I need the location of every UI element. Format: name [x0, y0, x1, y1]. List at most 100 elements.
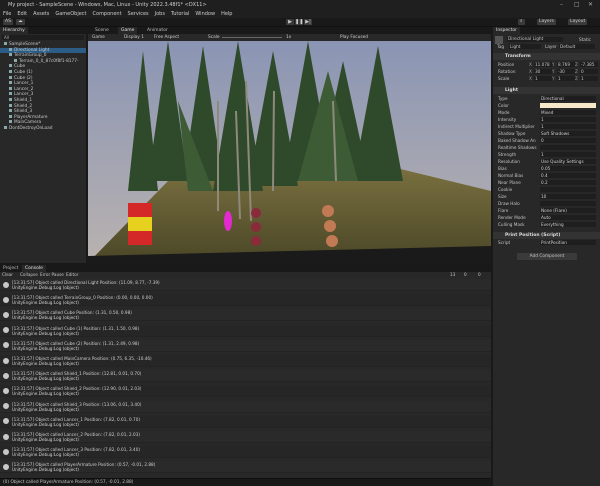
- log-entry[interactable]: [13:31:57] Object called Shield_1 Positi…: [0, 370, 491, 383]
- menu-edit[interactable]: Edit: [17, 11, 27, 17]
- property-value[interactable]: Use Quality Settings: [540, 159, 596, 164]
- property-value[interactable]: Everything: [540, 222, 596, 227]
- hierarchy-item[interactable]: Terrain_0_0_87c0f8f1-8177-: [0, 58, 86, 64]
- log-entry[interactable]: [13:31:57] Object called Lancer_2 Positi…: [0, 431, 491, 444]
- menu-window[interactable]: Window: [195, 11, 215, 17]
- static-toggle[interactable]: Static: [579, 37, 591, 42]
- tab-hierarchy[interactable]: Hierarchy: [0, 27, 28, 34]
- display-number-dropdown[interactable]: Display 1: [124, 34, 144, 41]
- property-value[interactable]: 0.2: [540, 180, 596, 185]
- menu-jobs[interactable]: Jobs: [155, 11, 165, 17]
- log-entry[interactable]: [13:31:57] Object called PlayerArmature …: [0, 461, 491, 474]
- tab-animator[interactable]: Animator: [144, 27, 171, 34]
- property-value[interactable]: 1: [540, 117, 596, 122]
- tab-inspector[interactable]: Inspector: [493, 27, 520, 34]
- status-text[interactable]: (0) Object called PlayerArmature Positio…: [3, 480, 133, 485]
- property-value[interactable]: [540, 201, 596, 206]
- transform-value[interactable]: 30: [534, 69, 552, 74]
- tag-dropdown[interactable]: Light: [509, 44, 541, 49]
- cloud-button[interactable]: ☁: [16, 19, 25, 25]
- script-value[interactable]: PrintPosition: [540, 240, 596, 245]
- layout-dropdown[interactable]: Layout: [568, 19, 588, 25]
- hierarchy-item[interactable]: MainCamera: [0, 120, 86, 125]
- tab-project[interactable]: Project: [0, 265, 21, 272]
- log-entry[interactable]: [13:31:57] Object called Cube Position: …: [0, 309, 491, 322]
- hierarchy-item[interactable]: Cube (1): [0, 70, 86, 75]
- error-count[interactable]: 0: [478, 272, 481, 278]
- property-value[interactable]: Mixed: [540, 110, 596, 115]
- display-mode-dropdown[interactable]: Game: [92, 34, 105, 41]
- play-focused-dropdown[interactable]: Play Focused: [340, 34, 368, 41]
- clear-button[interactable]: Clear: [2, 272, 13, 278]
- hierarchy-item[interactable]: Shield_3: [0, 109, 86, 114]
- transform-value[interactable]: 0: [580, 69, 598, 74]
- hierarchy-item[interactable]: SampleScene*: [0, 42, 86, 47]
- maximize-icon[interactable]: □: [574, 1, 580, 8]
- hierarchy-item[interactable]: Directional Light: [0, 47, 86, 53]
- minimize-icon[interactable]: –: [560, 1, 563, 8]
- transform-value[interactable]: 8.769: [557, 62, 575, 67]
- property-value[interactable]: 0: [540, 138, 596, 143]
- layers-dropdown[interactable]: Layers: [537, 19, 556, 25]
- transform-value[interactable]: -7.385: [580, 62, 598, 67]
- log-entry[interactable]: [13:31:57] Object called Lancer_1 Positi…: [0, 415, 491, 428]
- light-header[interactable]: Light: [493, 87, 600, 94]
- object-name-field[interactable]: Directional Light: [507, 37, 563, 42]
- hierarchy-item[interactable]: TerrainGroup_0: [0, 53, 86, 58]
- property-value[interactable]: 0.05: [540, 166, 596, 171]
- hierarchy-search[interactable]: All: [2, 35, 84, 40]
- collapse-button[interactable]: Collapse: [20, 272, 38, 278]
- hierarchy-item[interactable]: Lancer_2: [0, 86, 86, 92]
- log-entry[interactable]: [13:31:57] Object called Cube (1) Positi…: [0, 324, 491, 337]
- property-value[interactable]: 1: [540, 124, 596, 129]
- editor-dropdown[interactable]: Editor: [66, 272, 78, 278]
- hierarchy-item[interactable]: PlayerArmature: [0, 114, 86, 120]
- script-header[interactable]: Print Position (Script): [493, 232, 600, 239]
- log-entry[interactable]: [13:31:57] Object called Directional Lig…: [0, 279, 491, 292]
- warning-count[interactable]: 0: [464, 272, 467, 278]
- tab-game[interactable]: Game: [118, 27, 138, 34]
- transform-header[interactable]: Transform: [493, 53, 600, 60]
- log-entry[interactable]: [13:31:57] Object called Lancer_3 Positi…: [0, 446, 491, 459]
- tab-console[interactable]: Console: [22, 265, 46, 272]
- pause-button[interactable]: ❚❚: [295, 19, 303, 25]
- hierarchy-item[interactable]: Shield_1: [0, 98, 86, 103]
- property-value[interactable]: Auto: [540, 215, 596, 220]
- menu-services[interactable]: Services: [128, 11, 149, 17]
- scale-slider[interactable]: [222, 37, 282, 38]
- menu-component[interactable]: Component: [93, 11, 122, 17]
- property-value[interactable]: Soft Shadows: [540, 131, 596, 136]
- menu-gameobject[interactable]: GameObject: [55, 11, 86, 17]
- hierarchy-item[interactable]: Cube: [0, 64, 86, 69]
- log-entry[interactable]: [13:31:57] Object called Shield_2 Positi…: [0, 385, 491, 398]
- property-value[interactable]: Directional: [540, 96, 596, 101]
- aspect-dropdown[interactable]: Free Aspect: [154, 34, 179, 41]
- search-icon[interactable]: ⌕: [518, 19, 525, 25]
- hierarchy-item[interactable]: Lancer_1: [0, 81, 86, 86]
- transform-value[interactable]: 11.078: [534, 62, 552, 67]
- error-pause-button[interactable]: Error Pause: [40, 272, 64, 278]
- hierarchy-item[interactable]: Lancer_3: [0, 92, 86, 97]
- log-entry[interactable]: [13:31:57] Object called Cube (2) Positi…: [0, 339, 491, 352]
- hierarchy-item[interactable]: Cube (2): [0, 75, 86, 81]
- property-value[interactable]: 1: [540, 152, 596, 157]
- hierarchy-item[interactable]: DontDestroyOnLoad: [0, 126, 86, 131]
- property-value[interactable]: [540, 103, 596, 108]
- transform-value[interactable]: 1: [557, 76, 575, 81]
- property-value[interactable]: 0.4: [540, 173, 596, 178]
- close-icon[interactable]: ✕: [588, 1, 593, 8]
- add-component-button[interactable]: Add Component: [517, 253, 577, 260]
- transform-value[interactable]: 1: [580, 76, 598, 81]
- property-value[interactable]: [540, 145, 596, 150]
- menu-assets[interactable]: Assets: [33, 11, 49, 17]
- game-viewport[interactable]: [88, 41, 491, 263]
- menu-tutorial[interactable]: Tutorial: [171, 11, 189, 17]
- log-entry[interactable]: [13:31:57] Object called TerrainGroup_0 …: [0, 294, 491, 307]
- step-button[interactable]: ▶|: [304, 19, 312, 25]
- menu-file[interactable]: File: [3, 11, 11, 17]
- transform-value[interactable]: 1: [534, 76, 552, 81]
- play-button[interactable]: ▶: [286, 19, 294, 25]
- property-value[interactable]: None (Flare): [540, 208, 596, 213]
- log-entry[interactable]: [13:31:57] Object called Shield_3 Positi…: [0, 400, 491, 413]
- log-entry[interactable]: [13:31:57] Object called MainCamera Posi…: [0, 355, 491, 368]
